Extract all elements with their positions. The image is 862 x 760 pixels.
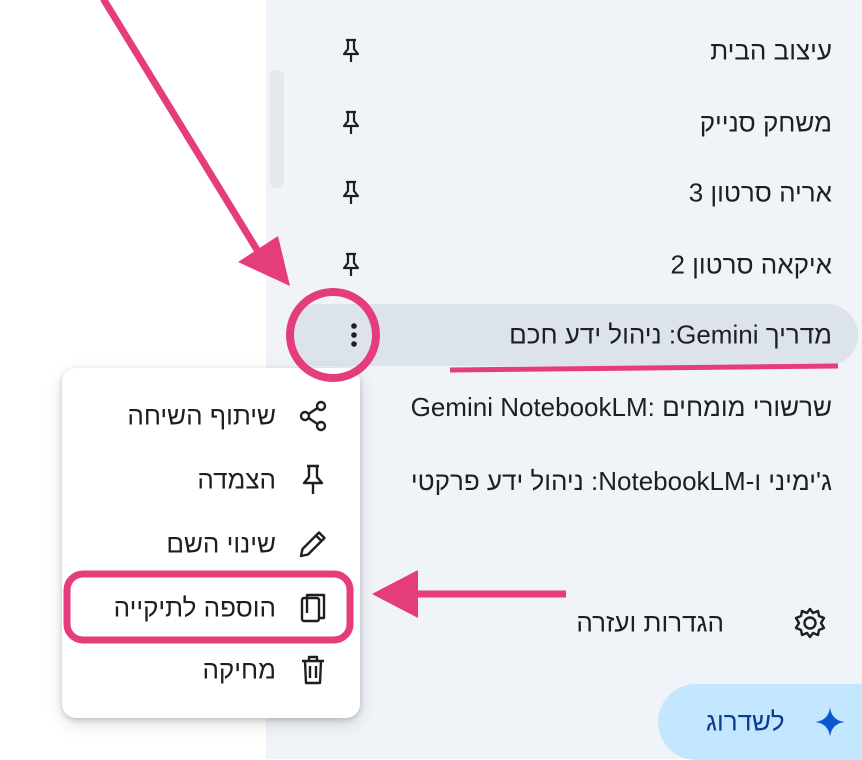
menu-item-label: שיתוף השיחה — [127, 400, 276, 431]
chat-item-title-clip: שרשורי מומחים :NotebookLM‏ Gemini — [394, 389, 832, 425]
chat-item[interactable]: משחק סנייק — [282, 92, 862, 154]
menu-item-share[interactable]: שיתוף השיחה — [62, 384, 360, 448]
chat-item-title: איקאה סרטון 2 — [670, 249, 832, 280]
more-vert-icon[interactable] — [340, 320, 368, 350]
chat-item[interactable]: ג'ימיני ו-NotebookLM: ניהול ידע פרקטי — [282, 450, 862, 512]
pin-icon[interactable] — [340, 252, 362, 278]
pin-icon[interactable] — [340, 180, 362, 206]
chat-item-title: ג'ימיני ו-NotebookLM: ניהול ידע פרקטי — [410, 466, 832, 496]
menu-item-pin[interactable]: הצמדה — [62, 448, 360, 512]
chat-item-title: משחק סנייק — [699, 107, 832, 138]
settings-and-help-button[interactable]: הגדרות ועזרה — [282, 592, 862, 654]
menu-item-label: הוספה לתיקייה — [113, 592, 276, 623]
share-icon — [299, 400, 327, 432]
chat-context-menu: שיתוף השיחה הצמדה שינוי השם הוספה לתיקיי… — [62, 368, 360, 718]
chat-item-title: עיצוב הבית — [710, 35, 832, 66]
chat-item[interactable]: עיצוב הבית — [282, 20, 862, 82]
chat-item-title-clip: ג'ימיני ו-NotebookLM: ניהול ידע פרקטי — [394, 463, 832, 499]
pin-icon[interactable] — [340, 38, 362, 64]
chat-item-title: שרשורי מומחים :NotebookLM‏ Gemini — [410, 392, 832, 422]
chat-item[interactable]: אריה סרטון 3 — [282, 162, 862, 224]
menu-item-label: מחיקה — [202, 654, 276, 685]
upgrade-button[interactable]: לשדרוג — [658, 684, 862, 760]
menu-item-label: שינוי השם — [166, 528, 276, 559]
upgrade-label: לשדרוג — [706, 706, 785, 737]
settings-label: הגדרות ועזרה — [576, 607, 724, 638]
menu-item-delete[interactable]: מחיקה — [62, 638, 360, 702]
pin-icon — [302, 464, 324, 494]
menu-item-rename[interactable]: שינוי השם — [62, 512, 360, 576]
gear-icon — [794, 607, 826, 639]
trash-icon — [302, 655, 324, 685]
chat-item-active[interactable]: מדריך Gemini: ניהול ידע חכם — [286, 304, 858, 366]
pin-icon[interactable] — [340, 110, 362, 136]
chat-item-title: אריה סרטון 3 — [688, 177, 832, 208]
chat-item[interactable]: שרשורי מומחים :NotebookLM‏ Gemini — [282, 376, 862, 438]
chat-item-title: מדריך Gemini: ניהול ידע חכם — [509, 319, 832, 350]
chat-item[interactable]: איקאה סרטון 2 — [282, 234, 862, 296]
sparkle-icon — [815, 707, 845, 737]
menu-item-label: הצמדה — [197, 464, 276, 495]
pencil-icon — [299, 531, 326, 558]
folder-add-icon — [300, 593, 326, 623]
menu-item-add-to-folder[interactable]: הוספה לתיקייה — [62, 576, 360, 640]
